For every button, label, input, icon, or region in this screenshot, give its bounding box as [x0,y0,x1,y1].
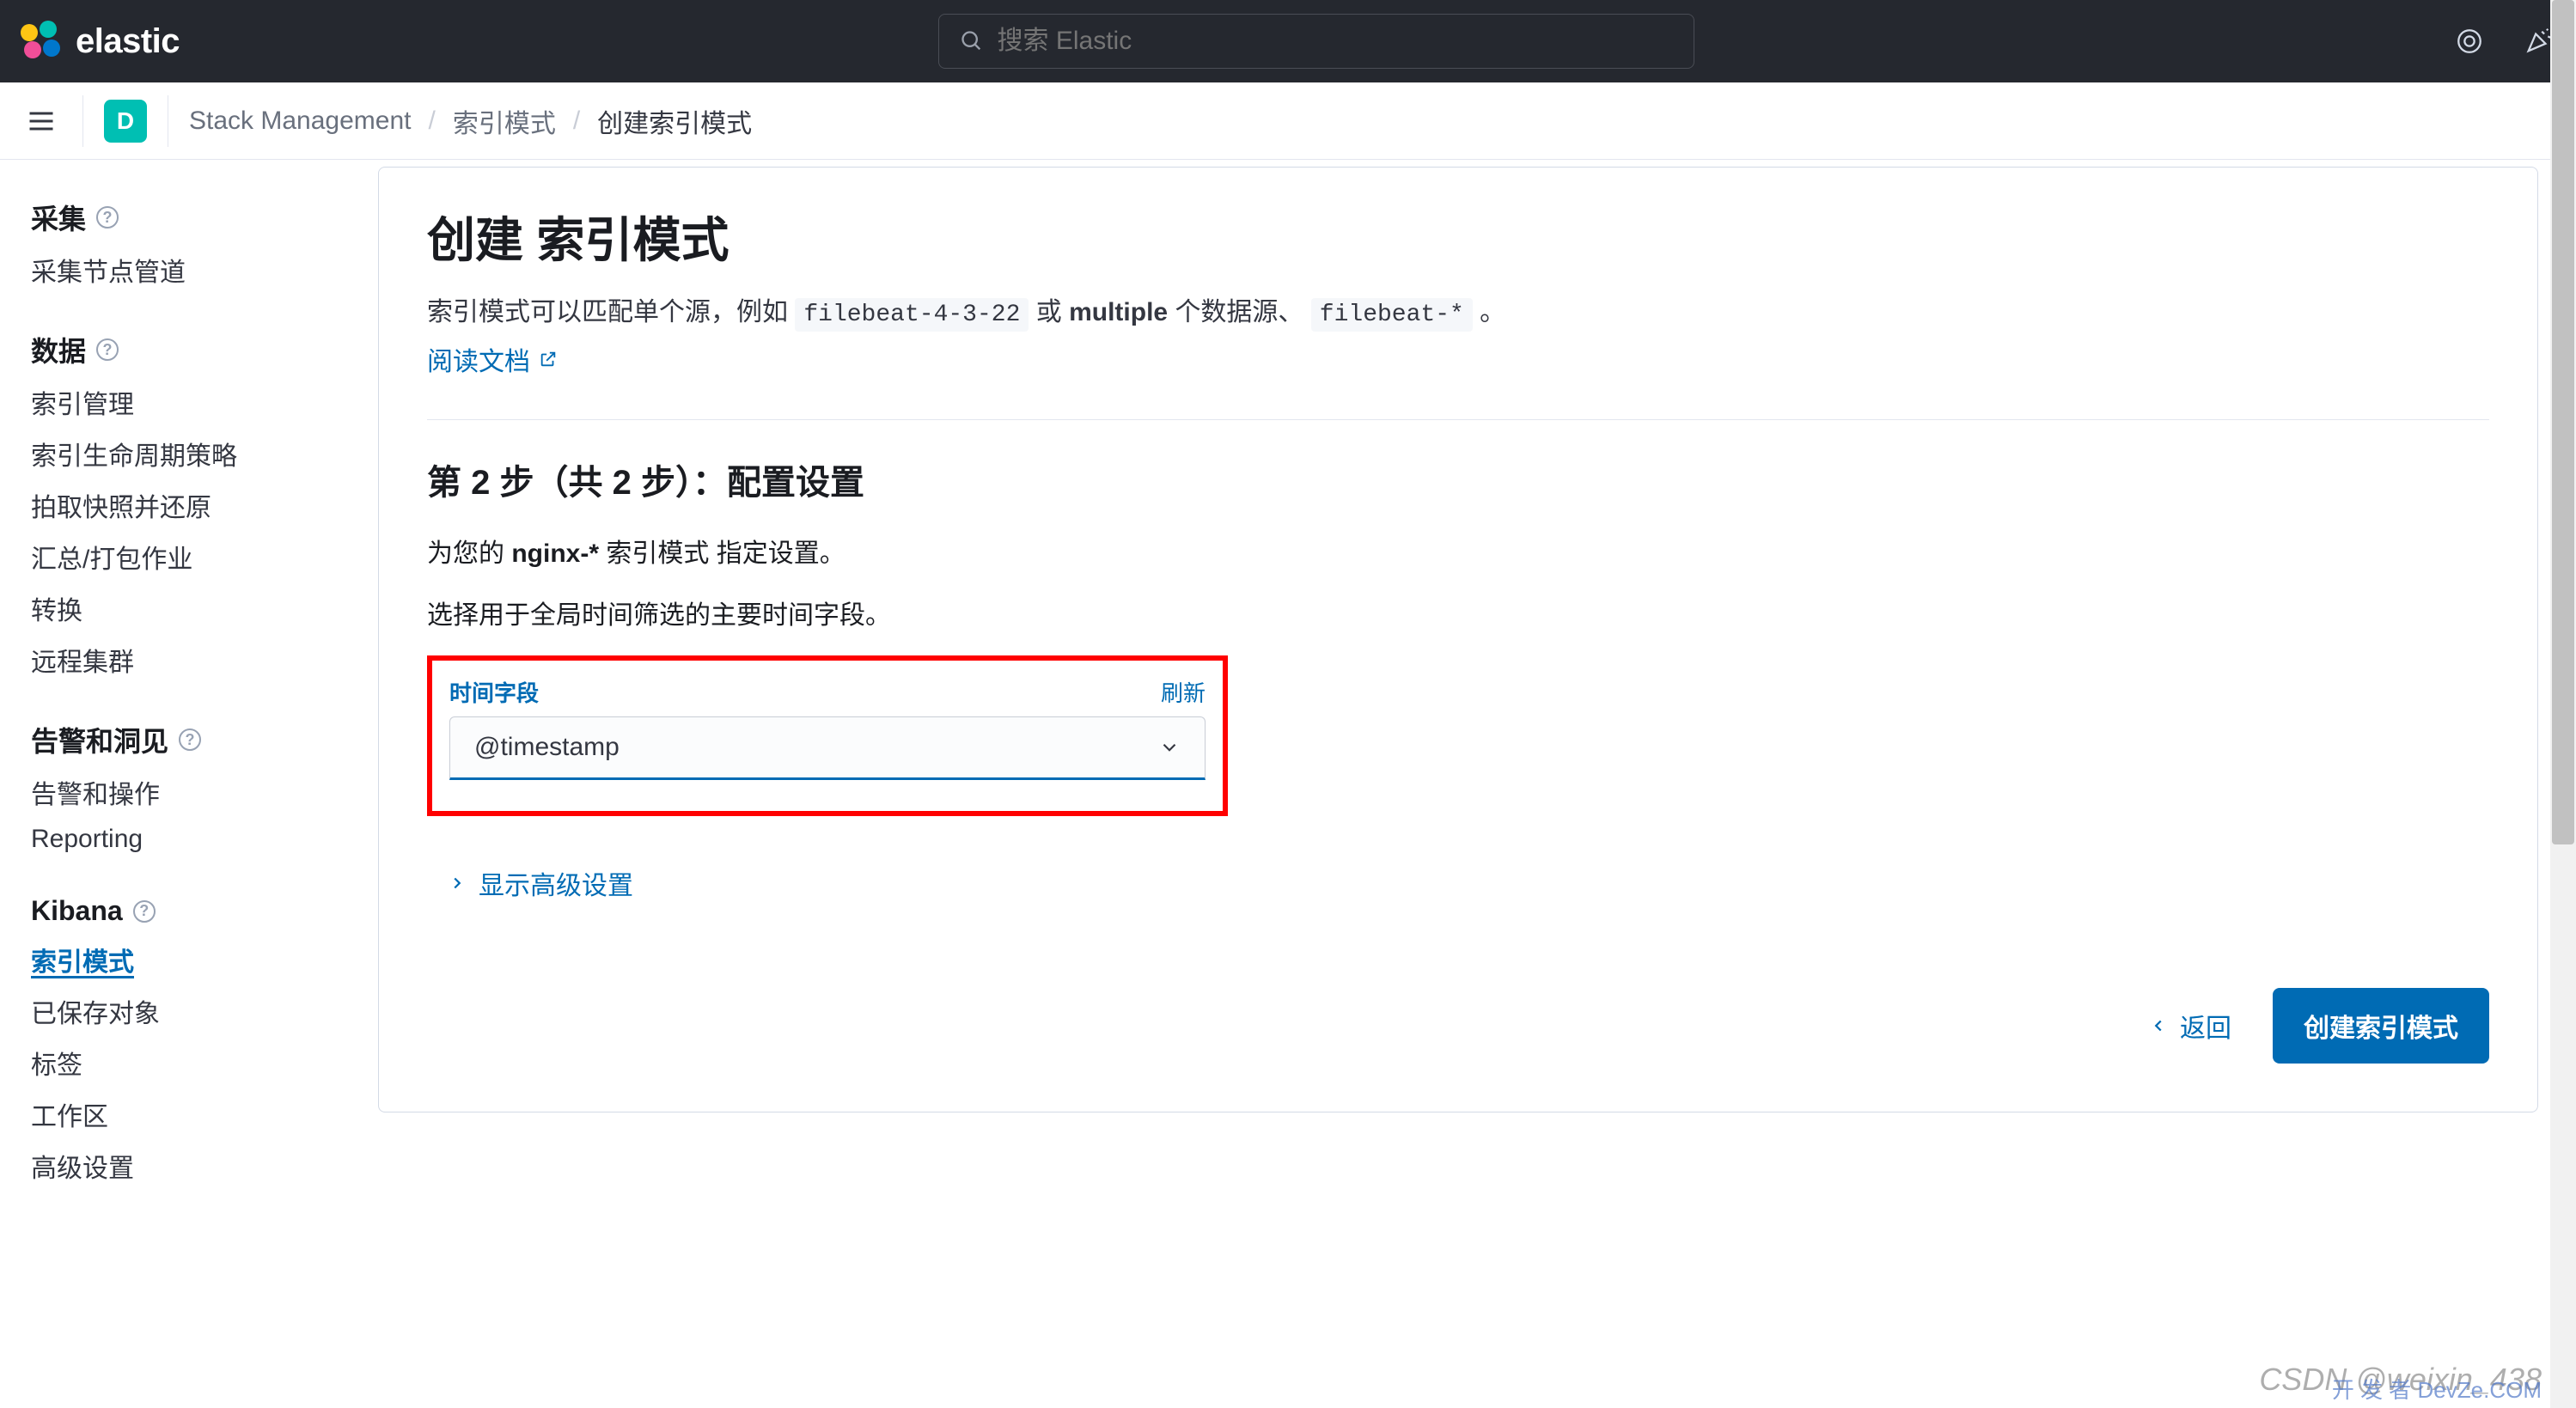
search-input[interactable] [998,27,1673,56]
sidebar: 采集 ? 采集节点管道 数据 ? 索引管理 索引生命周期策略 拍取快照并还原 汇… [0,160,378,1219]
sidebar-item-tags[interactable]: 标签 [31,1044,347,1082]
time-field-select[interactable]: @timestamp [449,716,1206,780]
read-docs-link[interactable]: 阅读文档 [427,340,558,378]
sidebar-item-saved-objects[interactable]: 已保存对象 [31,992,347,1030]
sidebar-item-alerts-actions[interactable]: 告警和操作 [31,773,347,811]
scrollbar-track[interactable] [2550,0,2576,1408]
breadcrumb-current: 创建索引模式 [597,102,752,140]
breadcrumb: Stack Management / 索引模式 / 创建索引模式 [189,102,752,140]
step-title: 第 2 步（共 2 步）：配置设置 [427,454,2489,504]
page-description: 索引模式可以匹配单个源，例如 filebeat-4-3-22 或 multipl… [427,292,2489,335]
time-field-label: 时间字段 [449,676,539,708]
external-link-icon [539,350,558,369]
watermark-text-2: 开 发 者 DevZe.COM [2332,1373,2542,1405]
sidebar-item-rollup[interactable]: 汇总/打包作业 [31,538,347,576]
sidebar-item-remote-clusters[interactable]: 远程集群 [31,641,347,679]
create-index-pattern-button[interactable]: 创建索引模式 [2273,988,2489,1064]
newsfeed-icon[interactable] [2452,24,2487,58]
form-description-2: 选择用于全局时间筛选的主要时间字段。 [427,594,2489,631]
help-icon[interactable]: ? [133,900,156,923]
form-description-1: 为您的 nginx-* 索引模式 指定设置。 [427,532,2489,570]
refresh-link[interactable]: 刷新 [1161,676,1206,708]
elastic-logo-icon [21,21,62,62]
top-navbar: elastic [0,0,2576,82]
sidebar-item-index-management[interactable]: 索引管理 [31,383,347,421]
sidebar-section-ingest: 采集 ? [31,198,347,237]
show-advanced-toggle[interactable]: 显示高级设置 [448,864,633,902]
watermark-text: CSDN @weixin_438 [2259,1362,2542,1398]
back-button[interactable]: 返回 [2149,1007,2231,1045]
sidebar-item-ilm[interactable]: 索引生命周期策略 [31,435,347,472]
help-icon[interactable]: ? [179,728,201,751]
chevron-right-icon [448,874,467,893]
sidebar-section-alerts: 告警和洞见 ? [31,720,347,759]
brand-name: elastic [76,22,180,61]
sidebar-item-advanced-settings[interactable]: 高级设置 [31,1147,347,1185]
example-code-1: filebeat-4-3-22 [795,298,1029,332]
breadcrumb-level1[interactable]: 索引模式 [453,102,556,140]
highlight-annotation-box: 时间字段 刷新 @timestamp [427,655,1228,816]
sidebar-section-kibana: Kibana ? [31,895,347,927]
sidebar-item-transform[interactable]: 转换 [31,589,347,627]
main-panel: 创建 索引模式 索引模式可以匹配单个源，例如 filebeat-4-3-22 或… [378,167,2538,1112]
divider [427,419,2489,420]
scrollbar-thumb[interactable] [2552,0,2574,844]
help-icon[interactable]: ? [96,206,119,229]
sidebar-item-index-patterns[interactable]: 索引模式 [31,941,347,978]
chevron-down-icon [1158,736,1181,759]
global-search[interactable] [938,14,1694,69]
example-code-2: filebeat-* [1311,298,1473,332]
sub-header: D Stack Management / 索引模式 / 创建索引模式 [0,82,2576,160]
sidebar-item-ingest-pipelines[interactable]: 采集节点管道 [31,251,347,289]
sidebar-section-data: 数据 ? [31,330,347,369]
sidebar-item-reporting[interactable]: Reporting [31,825,347,854]
search-icon [960,29,984,53]
breadcrumb-root[interactable]: Stack Management [189,107,411,136]
help-icon[interactable]: ? [96,338,119,361]
chevron-left-icon [2149,1016,2168,1035]
sidebar-item-snapshot[interactable]: 拍取快照并还原 [31,486,347,524]
page-title: 创建 索引模式 [427,202,2489,271]
space-avatar[interactable]: D [104,100,147,143]
menu-toggle-button[interactable] [21,101,62,142]
sidebar-item-spaces[interactable]: 工作区 [31,1095,347,1133]
time-field-value: @timestamp [474,733,620,762]
